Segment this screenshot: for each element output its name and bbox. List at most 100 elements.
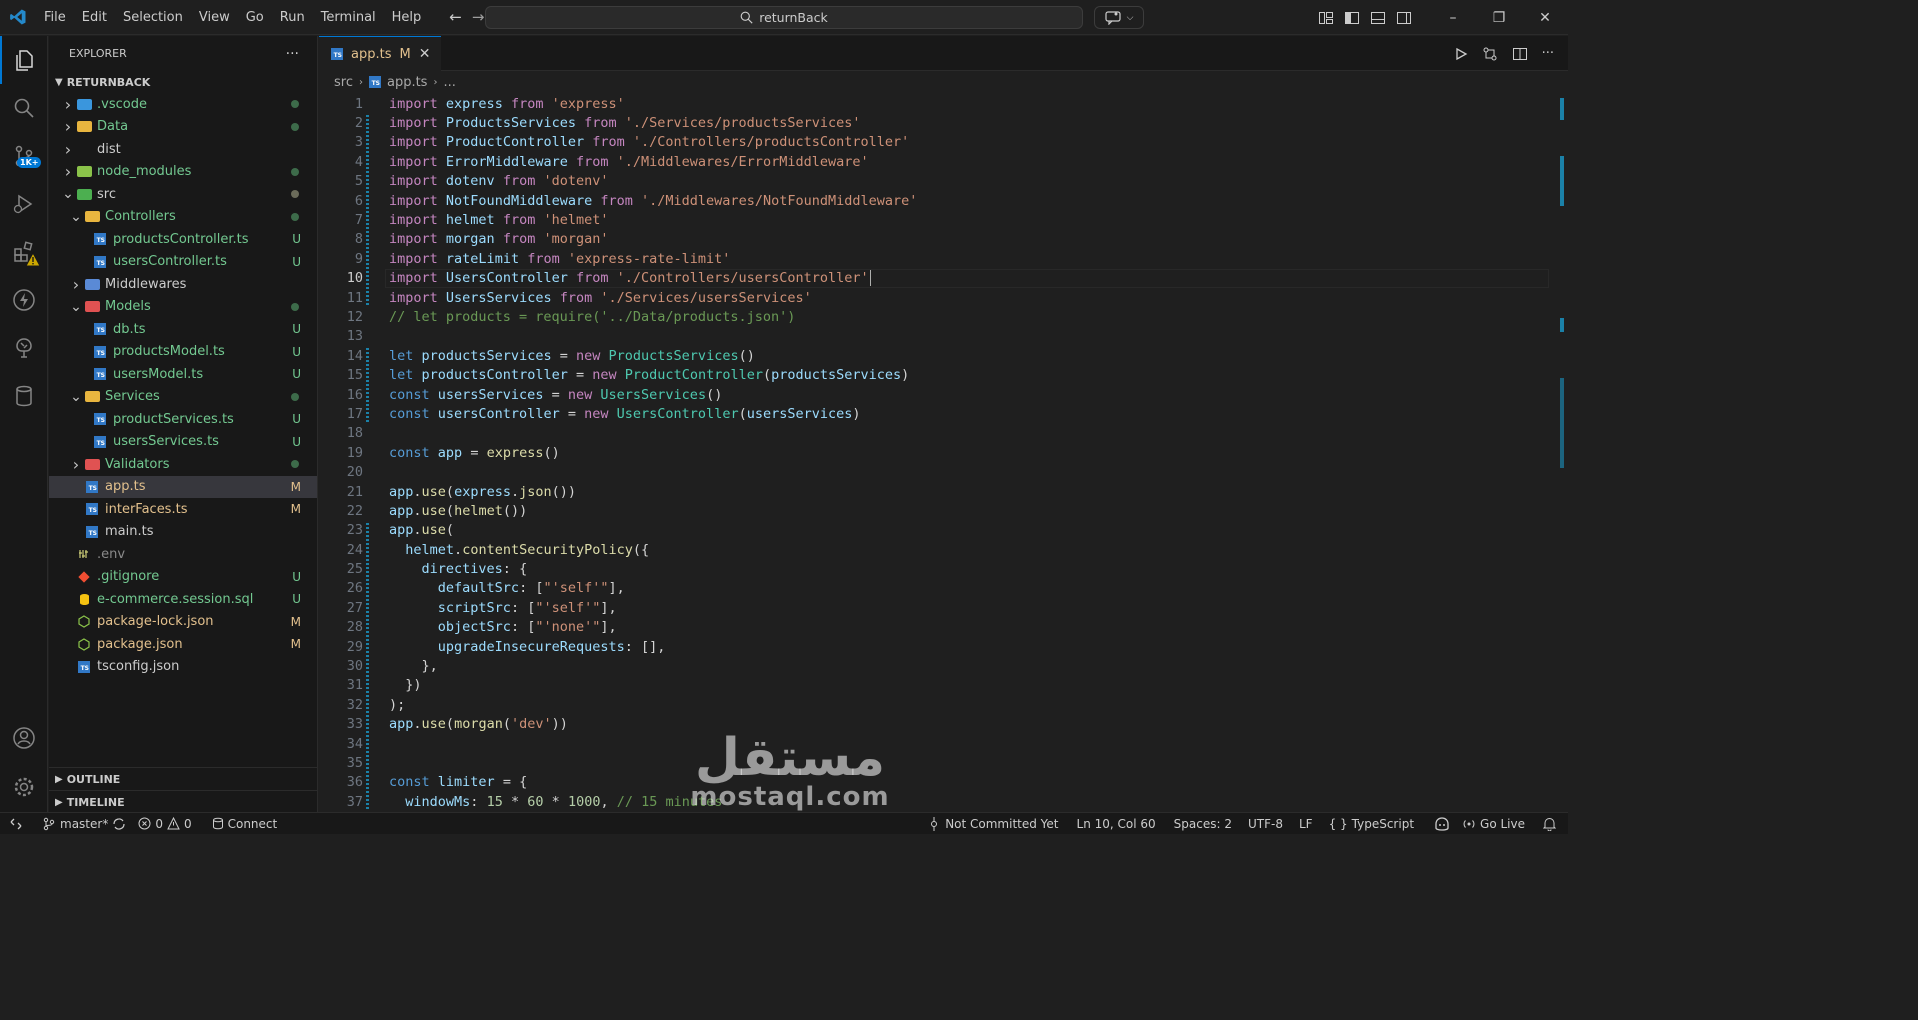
tree-item[interactable]: TS app.ts M bbox=[49, 475, 317, 498]
code-line[interactable]: 21 app.use(express.json()) bbox=[319, 482, 1549, 501]
code-line[interactable]: 5 import dotenv from 'dotenv' bbox=[319, 172, 1549, 191]
remote-indicator[interactable] bbox=[0, 818, 36, 830]
menu-edit[interactable]: Edit bbox=[74, 0, 115, 35]
menu-run[interactable]: Run bbox=[272, 0, 313, 35]
git-change-indicator[interactable] bbox=[366, 522, 369, 810]
workspace-root[interactable]: ▼ RETURNBACK bbox=[49, 71, 317, 93]
tree-item[interactable]: › Data bbox=[49, 116, 317, 139]
code-line[interactable]: 15 let productsController = new ProductCo… bbox=[319, 365, 1549, 384]
tree-item[interactable]: › dist bbox=[49, 138, 317, 161]
tree-item[interactable]: ⌄ Models bbox=[49, 296, 317, 319]
code-line[interactable]: 9 import rateLimit from 'express-rate-lim… bbox=[319, 249, 1549, 268]
tree-item[interactable]: ⌄ Services bbox=[49, 386, 317, 409]
tree-item[interactable]: TS tsconfig.json bbox=[49, 656, 317, 679]
customize-layout-icon[interactable] bbox=[1318, 10, 1334, 26]
tree-item[interactable]: › Middlewares bbox=[49, 273, 317, 296]
code-line[interactable]: 4 import ErrorMiddleware from './Middlewa… bbox=[319, 152, 1549, 171]
code-line[interactable]: 14 let productsServices = new ProductsSer… bbox=[319, 346, 1549, 365]
tree-item[interactable]: ⌄ src bbox=[49, 183, 317, 206]
menu-file[interactable]: File bbox=[36, 0, 74, 35]
close-window-icon[interactable]: ✕ bbox=[1522, 10, 1568, 26]
timeline-section[interactable]: ▶ TIMELINE bbox=[49, 790, 318, 813]
menu-go[interactable]: Go bbox=[238, 0, 272, 35]
tree-item[interactable]: › node_modules bbox=[49, 161, 317, 184]
tree-item[interactable]: TS productsController.ts U bbox=[49, 228, 317, 251]
problems-status[interactable]: 0 0 bbox=[132, 817, 197, 831]
database-activity[interactable] bbox=[0, 372, 48, 420]
code-line[interactable]: 13 bbox=[319, 327, 1549, 346]
tree-item[interactable]: TS productServices.ts U bbox=[49, 408, 317, 431]
tree-item[interactable]: TS productsModel.ts U bbox=[49, 341, 317, 364]
code-line[interactable]: 35 bbox=[319, 753, 1549, 772]
breadcrumb-folder[interactable]: src bbox=[334, 75, 353, 90]
menu-selection[interactable]: Selection bbox=[115, 0, 191, 35]
tree-item[interactable]: TS usersModel.ts U bbox=[49, 363, 317, 386]
more-actions-icon[interactable]: ··· bbox=[1542, 46, 1554, 61]
extensions-activity[interactable] bbox=[0, 228, 48, 276]
tab-app-ts[interactable]: TS app.ts M ✕ bbox=[319, 36, 441, 71]
code-line[interactable]: 20 bbox=[319, 462, 1549, 481]
code-line[interactable]: 11 import UsersServices from './Services/… bbox=[319, 288, 1549, 307]
tree-item[interactable]: TS db.ts U bbox=[49, 318, 317, 341]
tree-item[interactable]: › .vscode bbox=[49, 93, 317, 116]
minimize-icon[interactable]: – bbox=[1430, 10, 1476, 26]
code-line[interactable]: 34 bbox=[319, 734, 1549, 753]
cursor-position[interactable]: Ln 10, Col 60 bbox=[1071, 817, 1162, 831]
code-line[interactable]: 22 app.use(helmet()) bbox=[319, 501, 1549, 520]
code-line[interactable]: 28 objectSrc: ["'none'"], bbox=[319, 618, 1549, 637]
code-line[interactable]: 23 app.use( bbox=[319, 521, 1549, 540]
tree-item[interactable]: .gitignore U bbox=[49, 566, 317, 589]
outline-section[interactable]: ▶ OUTLINE bbox=[49, 767, 318, 790]
code-line[interactable]: 36 const limiter = { bbox=[319, 773, 1549, 792]
git-blame-status[interactable]: Not Committed Yet bbox=[921, 816, 1064, 831]
thunder-client-activity[interactable] bbox=[0, 276, 48, 324]
menu-help[interactable]: Help bbox=[384, 0, 430, 35]
run-icon[interactable] bbox=[1454, 47, 1468, 61]
back-arrow-icon[interactable]: ← bbox=[449, 8, 462, 26]
branch-status[interactable]: master* bbox=[36, 817, 132, 831]
eol-status[interactable]: LF bbox=[1293, 817, 1319, 831]
code-line[interactable]: 19 const app = express() bbox=[319, 443, 1549, 462]
scrollbar[interactable] bbox=[1560, 98, 1564, 468]
go-live-button[interactable]: Go Live bbox=[1456, 817, 1531, 831]
code-line[interactable]: 3 import ProductController from './Contro… bbox=[319, 133, 1549, 152]
tree-item[interactable]: package-lock.json M bbox=[49, 611, 317, 634]
explorer-activity[interactable] bbox=[0, 36, 48, 84]
tree-item[interactable]: package.json M bbox=[49, 633, 317, 656]
tree-item[interactable]: › Validators bbox=[49, 453, 317, 476]
tree-item[interactable]: TS usersController.ts U bbox=[49, 251, 317, 274]
copilot-status[interactable] bbox=[1428, 816, 1456, 831]
toggle-panel-icon[interactable] bbox=[1370, 10, 1386, 26]
split-editor-icon[interactable] bbox=[1512, 46, 1528, 62]
code-line[interactable]: 32); bbox=[319, 695, 1549, 714]
indentation-status[interactable]: Spaces: 2 bbox=[1168, 817, 1238, 831]
code-line[interactable]: 6 import NotFoundMiddleware from './Middl… bbox=[319, 191, 1549, 210]
code-line[interactable]: 26 defaultSrc: ["'self'"], bbox=[319, 579, 1549, 598]
forward-arrow-icon[interactable]: → bbox=[472, 8, 485, 26]
code-line[interactable]: 10 import UsersController from './Control… bbox=[319, 268, 1549, 288]
tree-item[interactable]: TS main.ts bbox=[49, 521, 317, 544]
tree-item[interactable]: .env bbox=[49, 543, 317, 566]
code-editor[interactable]: 1 import express from 'express' 2 import Pr… bbox=[319, 94, 1549, 811]
accounts-activity[interactable] bbox=[0, 714, 48, 762]
notifications-status[interactable] bbox=[1537, 817, 1568, 831]
connect-status[interactable]: Connect bbox=[206, 817, 284, 831]
breadcrumb-more[interactable]: ... bbox=[443, 75, 455, 90]
tree-item[interactable]: ⌄ Controllers bbox=[49, 206, 317, 229]
code-line[interactable]: 37 windowMs: 15 * 60 * 1000, // 15 minut… bbox=[319, 792, 1549, 811]
toggle-secondary-sidebar-icon[interactable] bbox=[1396, 10, 1412, 26]
git-change-indicator[interactable] bbox=[366, 348, 369, 422]
code-line[interactable]: 18 bbox=[319, 424, 1549, 443]
copilot-button[interactable]: ⌵ bbox=[1094, 6, 1144, 29]
restore-icon[interactable]: ❐ bbox=[1476, 10, 1522, 26]
command-center[interactable]: returnBack bbox=[485, 6, 1083, 29]
menu-view[interactable]: View bbox=[191, 0, 238, 35]
source-control-activity[interactable]: 1K+ bbox=[0, 132, 48, 180]
language-status[interactable]: { } TypeScript bbox=[1323, 817, 1420, 831]
code-line[interactable]: 33 app.use(morgan('dev')) bbox=[319, 715, 1549, 734]
git-change-indicator[interactable] bbox=[366, 115, 369, 306]
code-line[interactable]: 2 import ProductsServices from './Service… bbox=[319, 113, 1549, 132]
code-line[interactable]: 7 import helmet from 'helmet' bbox=[319, 210, 1549, 229]
code-line[interactable]: 29 upgradeInsecureRequests: [], bbox=[319, 637, 1549, 656]
menu-terminal[interactable]: Terminal bbox=[313, 0, 384, 35]
